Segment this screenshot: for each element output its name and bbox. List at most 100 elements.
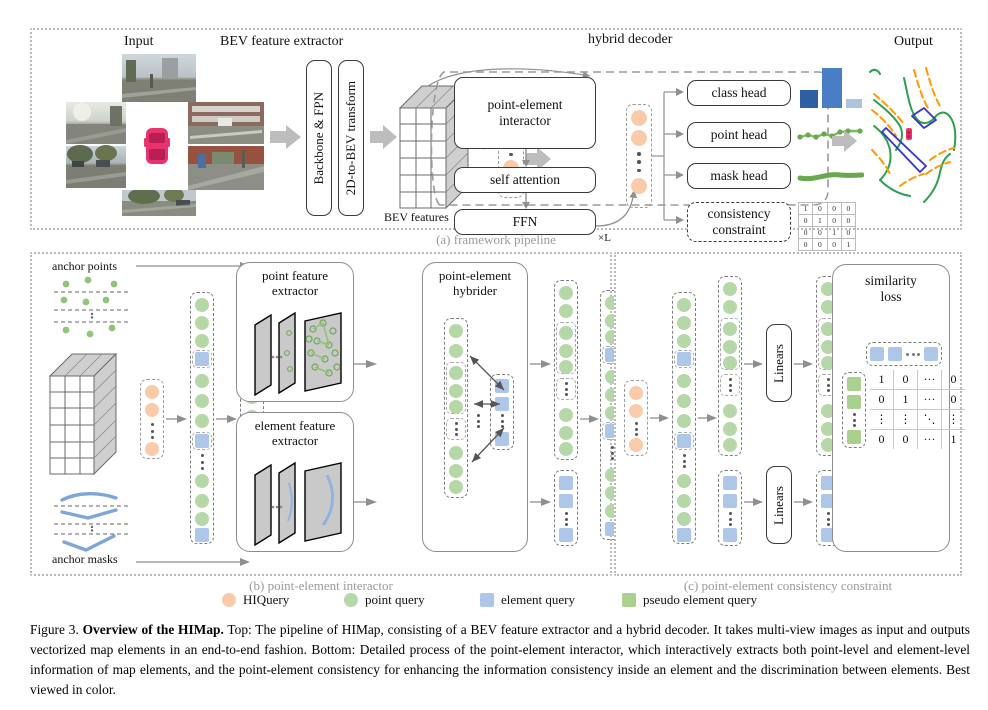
panel-point-element-interactor: anchor points anchor masks point feature… xyxy=(30,252,612,593)
point-query-token xyxy=(559,304,573,318)
matrix-row: 0 0 ··· 1 xyxy=(870,429,965,449)
backbone-fpn-box: Backbone & FPN xyxy=(306,60,332,216)
point-query-token xyxy=(677,374,691,388)
hybrider-label-line2: hybrider xyxy=(452,282,498,298)
linears-label-bottom: Linears xyxy=(770,485,786,525)
legend-label: point query xyxy=(365,592,425,607)
matrix-cell: 1 xyxy=(870,370,894,390)
similarity-matrix-body: 1 0 ··· 0 0 1 ··· 0 ⋮ ⋮ ⋱ ⋮ 0 0 ··· 1 xyxy=(870,370,965,449)
point-query-legend-swatch xyxy=(344,593,358,607)
matrix-row: 0 1 ··· 0 xyxy=(870,389,965,410)
point-query-token xyxy=(723,300,737,314)
point-query-token xyxy=(723,404,737,418)
hybrider-interaction-arrows xyxy=(469,355,505,463)
hybrid-decoder-title: hybrid decoder xyxy=(588,32,673,47)
figure-title: Overview of the HIMap. xyxy=(82,622,224,637)
element-feature-planes xyxy=(254,461,342,547)
matrix-row: ⋮ ⋮ ⋱ ⋮ xyxy=(870,409,965,430)
pseudo-element-query-token xyxy=(847,430,861,444)
hiquery-token xyxy=(631,178,647,194)
head-fanout-connectors xyxy=(652,88,684,224)
point-query-token xyxy=(677,394,691,408)
point-query-token xyxy=(559,426,573,440)
point-query-token xyxy=(559,360,573,374)
matrix-cell: 0 xyxy=(893,370,918,390)
similarity-loss-line2: loss xyxy=(880,288,902,304)
matrix-cell: ··· xyxy=(917,429,942,449)
hiquery-token xyxy=(629,438,643,452)
element-query-token xyxy=(888,347,902,361)
self-attention-label: self attention xyxy=(489,172,561,188)
point-query-token xyxy=(559,408,573,422)
matrix-cell: ⋱ xyxy=(917,409,942,430)
hiquery-token xyxy=(631,110,647,126)
matrix-cell: 0 xyxy=(826,202,842,215)
point-ellipsis xyxy=(563,382,569,396)
mixed-ellipsis xyxy=(681,454,687,468)
point-query-token xyxy=(677,474,691,488)
matrix-cell: 0 xyxy=(870,389,894,410)
element-query-token xyxy=(559,528,573,542)
element-query-token xyxy=(677,528,691,542)
arrow-mixed1-to-split xyxy=(216,415,237,423)
ffn-label: FFN xyxy=(512,214,538,230)
linears-label-top: Linears xyxy=(770,343,786,383)
bev-feature-extractor-title: BEV feature extractor xyxy=(220,34,344,49)
arrow-linears-top-out xyxy=(794,360,813,368)
legend-label: HIQuery xyxy=(243,592,290,607)
consistency-label-line1: consistency xyxy=(707,206,771,222)
legend-label: element query xyxy=(501,592,575,607)
legend-item: point query xyxy=(344,592,425,608)
point-query-token xyxy=(195,298,209,312)
point-query-token xyxy=(195,414,209,428)
class-head-bars xyxy=(800,68,862,108)
output-vector-map xyxy=(864,54,960,214)
element-query-token xyxy=(723,528,737,542)
arrow-anchor-points-to-extractor xyxy=(136,262,250,270)
hiquery-token xyxy=(145,442,159,456)
camera-front-image xyxy=(122,54,196,102)
legend-item: HIQuery xyxy=(222,592,289,608)
arrow-linears-bottom-out xyxy=(794,498,813,506)
class-head-box: class head xyxy=(687,80,791,106)
point-query-token xyxy=(723,282,737,296)
arrow-anchor-masks-to-extractor xyxy=(136,558,250,566)
element-query-token xyxy=(723,476,737,490)
hiquery-token xyxy=(145,403,159,417)
similarity-matrix: 1 0 ··· 0 0 1 ··· 0 ⋮ ⋮ ⋱ ⋮ 0 0 ··· 1 xyxy=(870,370,965,449)
point-ellipsis xyxy=(825,378,831,392)
figure-caption: Figure 3. Overview of the HIMap. Top: Th… xyxy=(30,620,970,700)
element-query-legend-swatch xyxy=(480,593,494,607)
element-ellipsis xyxy=(825,512,831,526)
camera-back-left-image xyxy=(66,145,126,188)
point-query-token xyxy=(559,326,573,340)
matrix-cell: 0 xyxy=(797,214,814,227)
matrix-cell: 1 xyxy=(812,214,828,227)
matrix-cell: 0 xyxy=(840,214,857,227)
matrix-cell: 1 xyxy=(797,202,814,215)
loss-left-ellipsis xyxy=(851,413,857,427)
arrow-interactor-to-selfattn xyxy=(522,149,530,167)
arrow-hybrider-out-points xyxy=(530,360,551,368)
matrix-cell: ⋮ xyxy=(941,409,965,430)
point-head-label: point head xyxy=(710,127,768,143)
element-query-token xyxy=(924,347,938,361)
output-title: Output xyxy=(894,34,933,49)
point-ellipsis xyxy=(727,378,733,392)
point-feature-planes xyxy=(254,311,342,397)
backbone-fpn-label: Backbone & FPN xyxy=(310,91,326,185)
interactor-label-line1: point-element xyxy=(487,97,563,113)
matrix-cell: 1 xyxy=(893,389,918,410)
point-query-token xyxy=(723,340,737,354)
point-feature-extractor-line2: extractor xyxy=(271,282,319,298)
matrix-cell: 0 xyxy=(941,389,965,410)
arrow-point-extractor-to-hybrider xyxy=(354,360,377,368)
hiquery-token xyxy=(629,386,643,400)
multi-view-input-images xyxy=(66,54,264,216)
legend: HIQuery point query element query pseudo… xyxy=(222,592,782,612)
point-query-token xyxy=(559,344,573,358)
element-feature-extractor-line1: element feature xyxy=(254,418,336,433)
arrow-merge-b xyxy=(580,415,599,423)
element-feature-extractor-line2: extractor xyxy=(271,432,319,448)
input-title: Input xyxy=(124,34,154,49)
